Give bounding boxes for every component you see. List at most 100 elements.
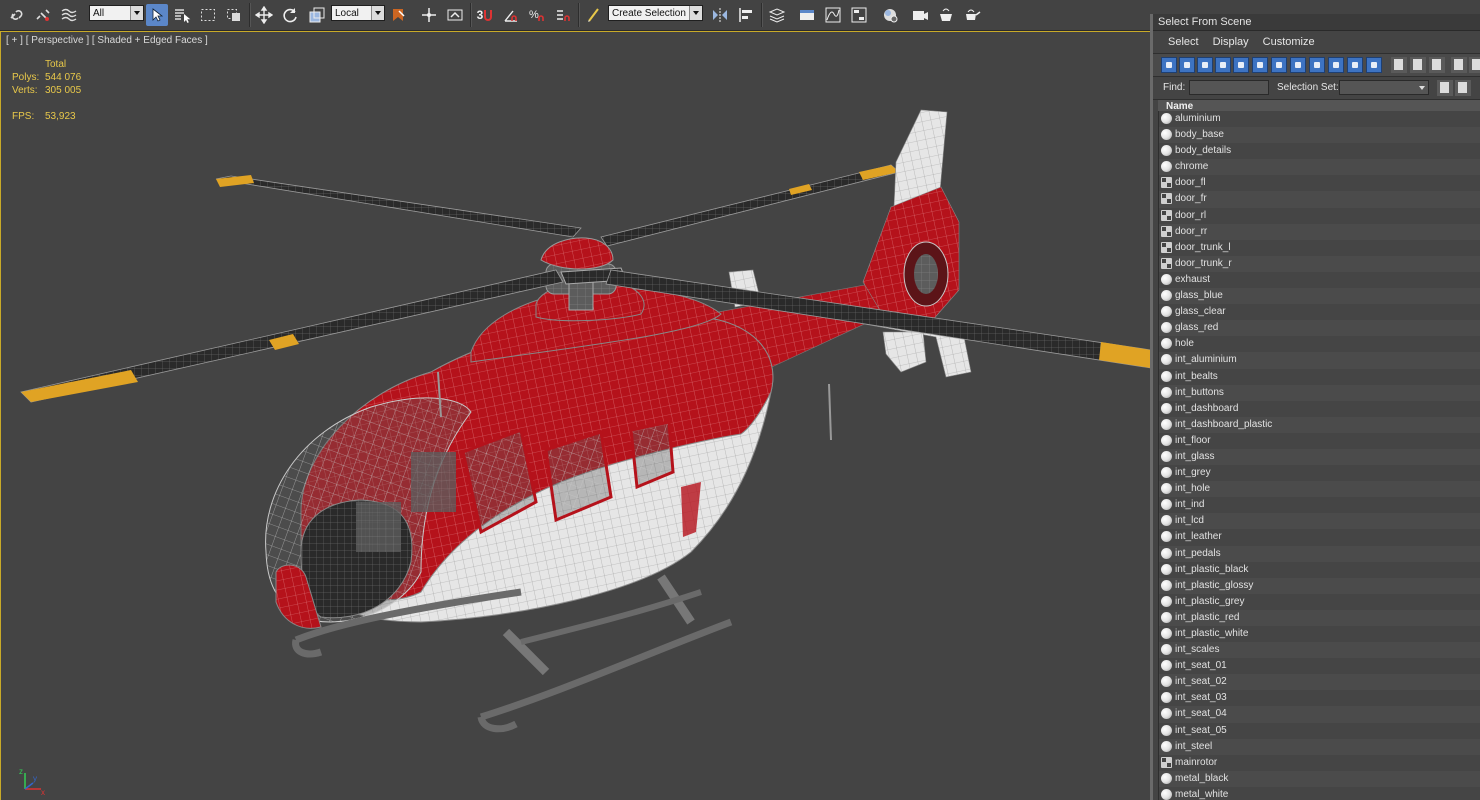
list-item[interactable]: int_bealts bbox=[1158, 368, 1480, 385]
align-icon[interactable] bbox=[735, 4, 757, 26]
material-editor-icon[interactable] bbox=[879, 4, 901, 26]
list-item[interactable]: glass_clear bbox=[1158, 304, 1480, 321]
list-item[interactable]: int_plastic_white bbox=[1158, 626, 1480, 643]
list-item[interactable]: int_plastic_glossy bbox=[1158, 577, 1480, 594]
list-item[interactable]: int_seat_01 bbox=[1158, 658, 1480, 675]
list-item[interactable]: door_rr bbox=[1158, 223, 1480, 240]
list-item[interactable]: int_ind bbox=[1158, 497, 1480, 514]
display-helpers-icon[interactable] bbox=[1233, 57, 1249, 73]
display-cameras-icon[interactable] bbox=[1215, 57, 1231, 73]
list-item[interactable]: int_plastic_grey bbox=[1158, 593, 1480, 610]
list-item[interactable]: int_seat_02 bbox=[1158, 674, 1480, 691]
link-icon[interactable] bbox=[6, 4, 28, 26]
select-by-name-icon[interactable] bbox=[171, 4, 193, 26]
rotate-icon[interactable] bbox=[279, 4, 301, 26]
percent-snap-icon[interactable]: % bbox=[526, 4, 548, 26]
unlink-icon[interactable] bbox=[32, 4, 54, 26]
new-selection-set-icon[interactable] bbox=[1455, 80, 1471, 96]
pivot-icon[interactable] bbox=[418, 4, 440, 26]
list-item[interactable]: hole bbox=[1158, 336, 1480, 353]
bind-spacewarp-icon[interactable] bbox=[58, 4, 80, 26]
angle-snap-icon[interactable] bbox=[500, 4, 522, 26]
menu-display[interactable]: Display bbox=[1206, 36, 1256, 48]
list-item[interactable]: glass_red bbox=[1158, 320, 1480, 337]
list-item[interactable]: int_dashboard_plastic bbox=[1158, 416, 1480, 433]
edit-named-sel-icon[interactable] bbox=[583, 4, 605, 26]
list-item[interactable]: door_fl bbox=[1158, 175, 1480, 192]
find-input[interactable] bbox=[1189, 80, 1269, 95]
filter-icon[interactable] bbox=[1451, 57, 1467, 73]
list-item[interactable]: int_seat_05 bbox=[1158, 722, 1480, 739]
sort-icon[interactable] bbox=[1469, 57, 1480, 73]
list-item[interactable]: int_plastic_red bbox=[1158, 609, 1480, 626]
list-item[interactable]: int_seat_03 bbox=[1158, 690, 1480, 707]
select-object-icon[interactable] bbox=[146, 4, 168, 26]
mirror-icon[interactable] bbox=[709, 4, 731, 26]
reference-coord-dropdown[interactable]: Local bbox=[331, 5, 385, 21]
move-icon[interactable] bbox=[253, 4, 275, 26]
display-groups-icon[interactable] bbox=[1271, 57, 1287, 73]
list-item[interactable]: int_dashboard bbox=[1158, 400, 1480, 417]
list-item[interactable]: int_grey bbox=[1158, 465, 1480, 482]
render-setup-icon[interactable] bbox=[909, 4, 931, 26]
list-item[interactable]: int_aluminium bbox=[1158, 352, 1480, 369]
list-item[interactable]: int_steel bbox=[1158, 738, 1480, 755]
display-frozen-icon[interactable] bbox=[1347, 57, 1363, 73]
list-item[interactable]: door_trunk_l bbox=[1158, 239, 1480, 256]
dialog-title[interactable]: Select From Scene bbox=[1153, 14, 1480, 31]
render-icon[interactable] bbox=[961, 4, 983, 26]
select-manipulate-icon[interactable] bbox=[388, 4, 410, 26]
list-item[interactable]: int_plastic_black bbox=[1158, 561, 1480, 578]
list-item[interactable]: int_pedals bbox=[1158, 545, 1480, 562]
display-geometry-icon[interactable] bbox=[1161, 57, 1177, 73]
list-item[interactable]: aluminium bbox=[1158, 111, 1480, 128]
curve-editor-icon[interactable] bbox=[822, 4, 844, 26]
display-spacewarps-icon[interactable] bbox=[1252, 57, 1268, 73]
scale-icon[interactable] bbox=[306, 4, 328, 26]
list-item[interactable]: int_glass bbox=[1158, 448, 1480, 466]
layer-icon[interactable] bbox=[766, 4, 788, 26]
keyboard-shortcut-icon[interactable] bbox=[444, 4, 466, 26]
list-item[interactable]: int_seat_04 bbox=[1158, 706, 1480, 723]
list-item[interactable]: int_floor bbox=[1158, 432, 1480, 449]
list-item[interactable]: glass_blue bbox=[1158, 288, 1480, 305]
list-item[interactable]: door_fr bbox=[1158, 191, 1480, 208]
perspective-viewport[interactable]: [ + ] [ Perspective ] [ Shaded + Edged F… bbox=[0, 31, 1150, 800]
list-item[interactable]: exhaust bbox=[1158, 271, 1480, 289]
helicopter-model[interactable] bbox=[1, 32, 1150, 800]
list-item[interactable]: door_rl bbox=[1158, 207, 1480, 224]
display-bones-icon[interactable] bbox=[1309, 57, 1325, 73]
list-item[interactable]: body_details bbox=[1158, 143, 1480, 160]
window-crossing-icon[interactable] bbox=[223, 4, 245, 26]
list-item[interactable]: door_trunk_r bbox=[1158, 255, 1480, 272]
menu-customize[interactable]: Customize bbox=[1256, 36, 1322, 48]
select-none-icon[interactable] bbox=[1410, 57, 1426, 73]
selection-set-dropdown[interactable] bbox=[1339, 80, 1429, 95]
list-item[interactable]: metal_white bbox=[1158, 786, 1480, 800]
snap-icon[interactable]: 3 bbox=[474, 4, 496, 26]
select-invert-icon[interactable] bbox=[1429, 57, 1445, 73]
list-item[interactable]: int_scales bbox=[1158, 642, 1480, 659]
rect-region-icon[interactable] bbox=[197, 4, 219, 26]
select-all-icon[interactable] bbox=[1391, 57, 1407, 73]
toggle-ribbon-icon[interactable] bbox=[796, 4, 818, 26]
list-item[interactable]: int_leather bbox=[1158, 529, 1480, 546]
list-item[interactable]: metal_black bbox=[1158, 770, 1480, 787]
list-item[interactable]: int_hole bbox=[1158, 481, 1480, 498]
edit-selection-set-icon[interactable] bbox=[1437, 80, 1453, 96]
display-containers-icon[interactable] bbox=[1328, 57, 1344, 73]
list-item[interactable]: int_lcd bbox=[1158, 513, 1480, 530]
display-lights-icon[interactable] bbox=[1197, 57, 1213, 73]
rendered-frame-icon[interactable] bbox=[935, 4, 957, 26]
list-item[interactable]: body_base bbox=[1158, 127, 1480, 144]
spinner-snap-icon[interactable] bbox=[552, 4, 574, 26]
display-shapes-icon[interactable] bbox=[1179, 57, 1195, 73]
display-xrefs-icon[interactable] bbox=[1290, 57, 1306, 73]
named-selection-set-dropdown[interactable]: Create Selection Se bbox=[608, 5, 703, 21]
selection-filter-dropdown[interactable]: All bbox=[89, 5, 144, 21]
list-item[interactable]: mainrotor bbox=[1158, 754, 1480, 771]
schematic-icon[interactable] bbox=[848, 4, 870, 26]
list-item[interactable]: chrome bbox=[1158, 159, 1480, 176]
list-item[interactable]: int_buttons bbox=[1158, 384, 1480, 401]
display-hidden-icon[interactable] bbox=[1366, 57, 1382, 73]
